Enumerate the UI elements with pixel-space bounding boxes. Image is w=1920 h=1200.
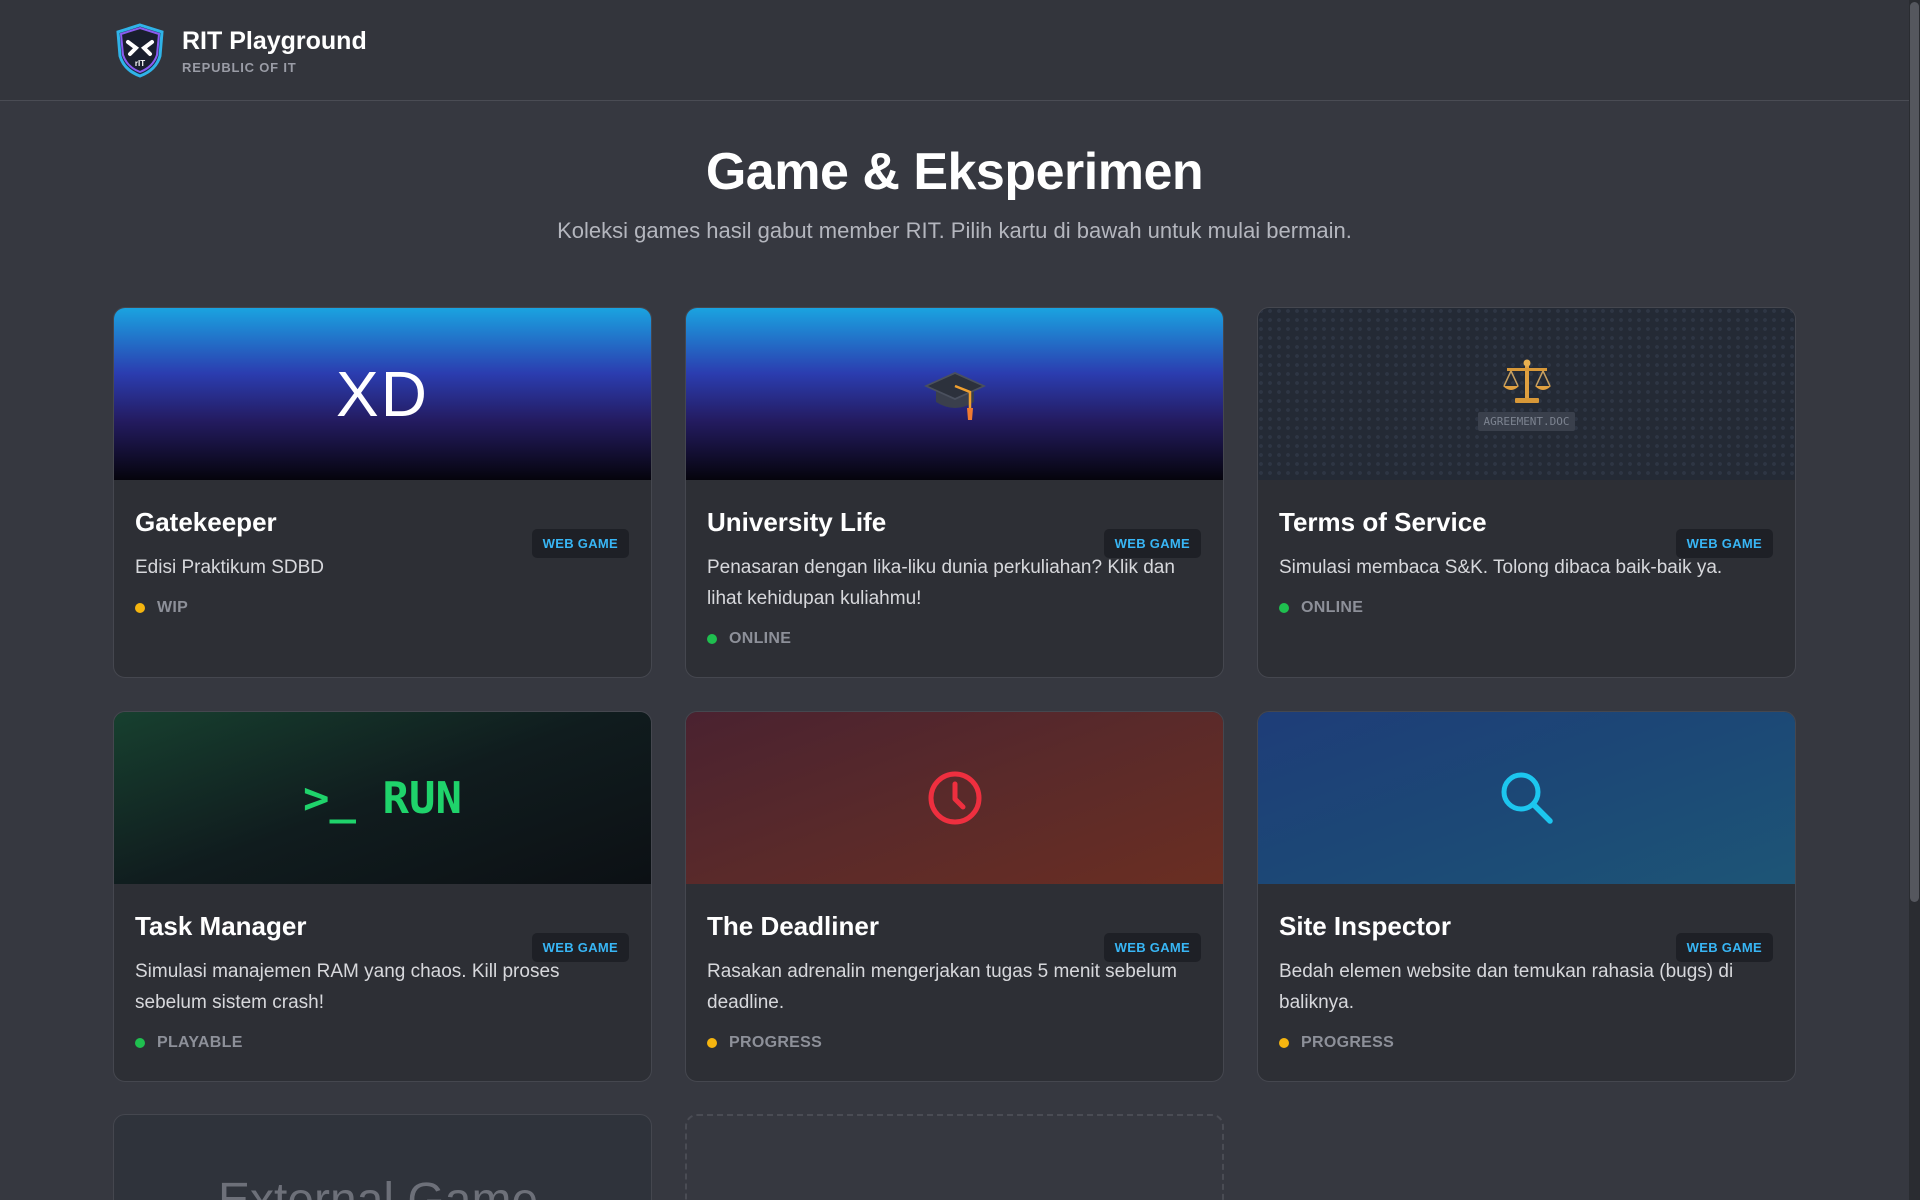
banner-text: XD [336, 358, 429, 430]
top-navbar: rIT RIT Playground REPUBLIC OF IT [0, 0, 1909, 101]
banner-text: >_ RUN [303, 772, 462, 824]
status-label: WIP [157, 599, 189, 616]
page-subtitle: Koleksi games hasil gabut member RIT. Pi… [557, 218, 1352, 243]
scrollbar-track[interactable] [1909, 0, 1920, 1200]
status-dot-icon [135, 603, 145, 613]
scales-icon [1502, 359, 1551, 403]
status-indicator: PLAYABLE [135, 1034, 630, 1052]
card-banner [686, 712, 1223, 884]
brand-subtitle: REPUBLIC OF IT [182, 59, 297, 75]
brand-title: RIT Playground [182, 26, 367, 55]
game-card-site-inspector[interactable]: WEB GAME Site Inspector Bedah elemen web… [1257, 711, 1796, 1082]
card-banner: >_ RUN [114, 712, 651, 884]
game-card-terms-of-service[interactable]: AGREEMENT.DOC WEB GAME Terms of Service … [1257, 307, 1796, 678]
external-card-title: External Game [218, 1173, 538, 1200]
page-title: Game & Eksperimen [705, 143, 1204, 201]
card-description: Bedah elemen website dan temukan rahasia… [1279, 961, 1734, 1013]
graduation-cap-icon [923, 372, 986, 420]
game-card-task-manager[interactable]: >_ RUN WEB GAME Task Manager Simulasi ma… [113, 711, 652, 1082]
card-banner: AGREEMENT.DOC [1258, 308, 1795, 480]
rit-logo-icon[interactable]: rIT [112, 22, 168, 78]
game-card-external[interactable]: External Game [113, 1114, 652, 1200]
status-dot-icon [707, 1038, 717, 1048]
card-banner [1258, 712, 1795, 884]
status-label: ONLINE [1301, 599, 1364, 616]
type-badge: WEB GAME [1675, 933, 1773, 962]
type-badge: WEB GAME [1675, 529, 1773, 558]
scrollbar-thumb[interactable] [1910, 2, 1919, 902]
logo-text: rIT [135, 59, 145, 68]
status-dot-icon [135, 1038, 145, 1048]
status-label: PLAYABLE [157, 1034, 243, 1051]
status-dot-icon [1279, 1038, 1289, 1048]
type-badge: WEB GAME [531, 933, 629, 962]
game-card-gatekeeper[interactable]: XD WEB GAME Gatekeeper Edisi Praktikum S… [113, 307, 652, 678]
card-banner [686, 308, 1223, 480]
status-indicator: WIP [135, 599, 630, 617]
magnifier-icon [1501, 772, 1553, 824]
game-card-the-deadliner[interactable]: WEB GAME The Deadliner Rasakan adrenalin… [685, 711, 1224, 1082]
status-label: ONLINE [729, 630, 792, 647]
game-card-university-life[interactable]: WEB GAME University Life Penasaran denga… [685, 307, 1224, 678]
status-label: PROGRESS [729, 1034, 823, 1051]
placeholder-card [685, 1114, 1224, 1200]
card-description: Simulasi manajemen RAM yang chaos. Kill … [135, 961, 560, 1013]
status-indicator: PROGRESS [707, 1034, 1202, 1052]
type-badge: WEB GAME [1103, 529, 1201, 558]
clock-icon [928, 771, 981, 825]
hero-section: Game & Eksperimen Koleksi games hasil ga… [0, 140, 1909, 244]
card-description: Penasaran dengan lika-liku dunia perkuli… [707, 557, 1175, 609]
status-indicator: PROGRESS [1279, 1034, 1774, 1052]
type-badge: WEB GAME [531, 529, 629, 558]
status-dot-icon [707, 634, 717, 644]
status-indicator: ONLINE [1279, 599, 1774, 617]
brand[interactable]: RIT Playground REPUBLIC OF IT [182, 26, 367, 75]
banner-caption: AGREEMENT.DOC [1478, 411, 1575, 431]
card-description: Rasakan adrenalin mengerjakan tugas 5 me… [707, 961, 1177, 1013]
status-dot-icon [1279, 603, 1289, 613]
type-badge: WEB GAME [1103, 933, 1201, 962]
status-indicator: ONLINE [707, 630, 1202, 648]
card-banner: XD [114, 308, 651, 480]
status-label: PROGRESS [1301, 1034, 1395, 1051]
